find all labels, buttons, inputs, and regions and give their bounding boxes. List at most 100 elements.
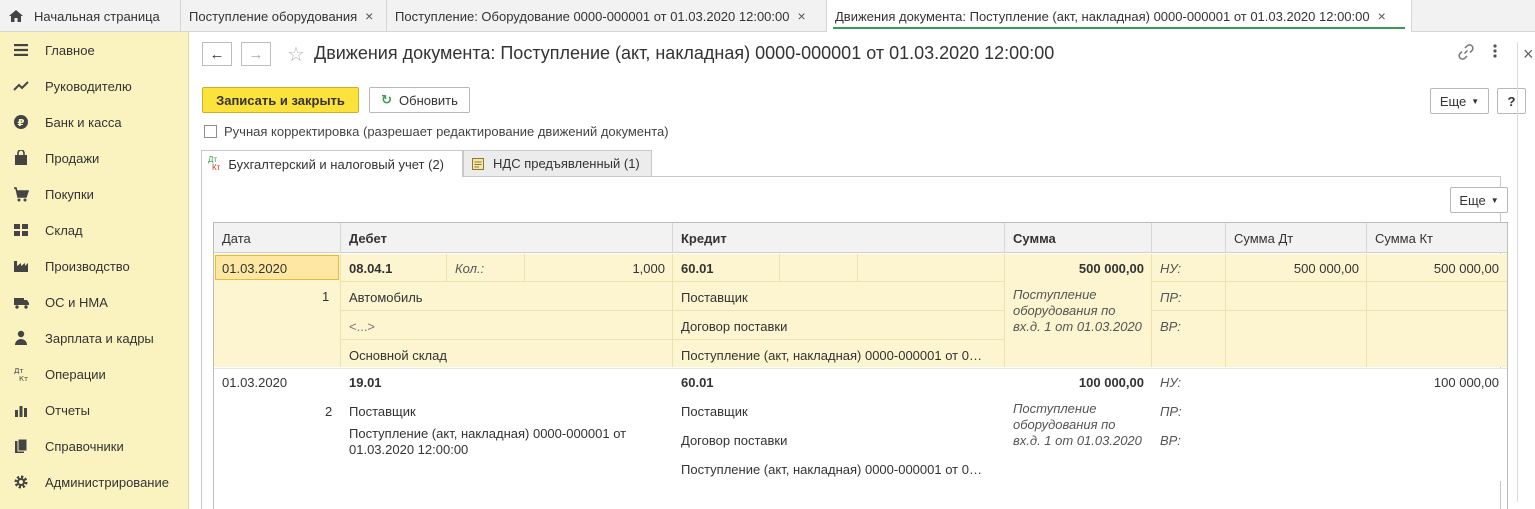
tab-label: НДС предъявленный (1): [493, 156, 640, 171]
sidebar-item-label: Отчеты: [45, 402, 90, 418]
sidebar-item-label: Операции: [45, 366, 106, 382]
close-icon[interactable]: ×: [797, 8, 805, 24]
sidebar-item-purchases[interactable]: Покупки: [0, 176, 188, 212]
tab-accounting[interactable]: Дт Кт Бухгалтерский и налоговый учет (2): [201, 150, 463, 177]
ruble-icon: ₽: [12, 114, 30, 130]
window-tabs: Начальная страница Поступление оборудова…: [0, 0, 1535, 32]
credit-subconto-3: Поступление (акт, накладная) 0000-000001…: [681, 348, 982, 363]
register-icon: [472, 157, 484, 170]
sidebar: Главное Руководителю ₽ Банк и касса Прод…: [0, 32, 189, 509]
row-number: 1: [322, 289, 330, 304]
grid-more-button[interactable]: Еще ▼: [1450, 187, 1508, 213]
help-button[interactable]: ?: [1497, 88, 1526, 114]
tab-document-movements[interactable]: Движения документа: Поступление (акт, на…: [827, 0, 1412, 32]
sidebar-item-reports[interactable]: Отчеты: [0, 392, 188, 428]
tab-label: Бухгалтерский и налоговый учет (2): [228, 156, 445, 172]
trend-icon: [12, 78, 30, 94]
home-icon: [9, 10, 23, 22]
link-icon[interactable]: [1458, 44, 1474, 65]
refresh-button[interactable]: ↻ Обновить: [369, 87, 470, 113]
debit-subconto-3: Основной склад: [349, 348, 447, 363]
svg-text:Дт: Дт: [14, 367, 24, 375]
nu-label: НУ:: [1160, 261, 1182, 276]
sidebar-item-catalogs[interactable]: Справочники: [0, 428, 188, 464]
credit-subconto-1: Поставщик: [681, 290, 748, 305]
sidebar-item-warehouse[interactable]: Склад: [0, 212, 188, 248]
forward-button[interactable]: →: [241, 42, 271, 66]
credit-account: 60.01: [681, 375, 714, 390]
sidebar-item-manager[interactable]: Руководителю: [0, 68, 188, 104]
sidebar-item-bank[interactable]: ₽ Банк и касса: [0, 104, 188, 140]
tab-label: Поступление: Оборудование 0000-000001 от…: [395, 8, 790, 24]
row-sum-kt: 500 000,00: [1433, 261, 1499, 276]
close-icon[interactable]: ×: [1378, 8, 1386, 24]
sidebar-item-operations[interactable]: Дт Кт Операции: [0, 356, 188, 392]
manual-edit-label: Ручная корректировка (разрешает редактир…: [224, 124, 669, 139]
row-content: Поступление оборудования по вх.д. 1 от 0…: [1013, 401, 1142, 448]
sidebar-item-label: Производство: [45, 258, 130, 274]
column-debit[interactable]: Дебет: [341, 223, 673, 253]
scrollbar-track[interactable]: [1517, 42, 1518, 502]
row-date: 01.03.2020: [222, 375, 288, 390]
sidebar-item-label: Покупки: [45, 186, 94, 202]
sidebar-item-label: Банк и касса: [45, 114, 122, 130]
column-sum-kt[interactable]: Сумма Кт: [1367, 223, 1507, 253]
table-row[interactable]: 01.03.2020 1 08.04.1 Кол.: 1,000 Автомоб…: [214, 254, 1507, 367]
more-button[interactable]: Еще ▼: [1430, 88, 1489, 114]
factory-icon: [12, 258, 30, 274]
manual-edit-row: Ручная корректировка (разрешает редактир…: [204, 124, 669, 139]
sidebar-item-admin[interactable]: Администрирование: [0, 464, 188, 500]
favorite-star-icon[interactable]: ☆: [287, 42, 305, 67]
main-content: ← → ☆ Движения документа: Поступление (а…: [190, 32, 1535, 509]
sidebar-item-label: Руководителю: [45, 78, 132, 94]
column-kind[interactable]: [1152, 223, 1226, 253]
movements-table[interactable]: Дата Дебет Кредит Сумма Сумма Дт Сумма К…: [213, 222, 1508, 509]
table-row[interactable]: 01.03.2020 2 19.01 Поставщик Поступление…: [214, 368, 1507, 481]
dropdown-arrow-icon: ▼: [1490, 195, 1499, 205]
pr-label: ПР:: [1160, 404, 1182, 419]
dt-kt-icon: Дт Кт: [208, 155, 221, 172]
credit-subconto-1: Поставщик: [681, 404, 748, 419]
bag-icon: [12, 150, 30, 166]
row-content: Поступление оборудования по вх.д. 1 от 0…: [1013, 287, 1142, 334]
row-number: 2: [325, 404, 333, 419]
sidebar-item-salary[interactable]: Зарплата и кадры: [0, 320, 188, 356]
people-icon: [12, 330, 30, 346]
vr-label: ВР:: [1160, 319, 1181, 334]
close-icon[interactable]: ×: [1523, 44, 1534, 65]
svg-text:₽: ₽: [18, 118, 25, 129]
column-sum[interactable]: Сумма: [1005, 223, 1152, 253]
sidebar-item-assets[interactable]: ОС и НМА: [0, 284, 188, 320]
row-sum: 100 000,00: [1078, 375, 1144, 390]
tab-home[interactable]: Начальная страница: [0, 0, 181, 32]
svg-text:Кт: Кт: [19, 375, 28, 382]
sidebar-item-sales[interactable]: Продажи: [0, 140, 188, 176]
debit-subconto-2: Поступление (акт, накладная) 0000-000001…: [349, 426, 627, 457]
column-credit[interactable]: Кредит: [673, 223, 1005, 253]
dropdown-arrow-icon: ▼: [1471, 96, 1480, 106]
save-close-button[interactable]: Записать и закрыть: [202, 87, 359, 113]
column-sum-dt[interactable]: Сумма Дт: [1226, 223, 1367, 253]
truck-icon: [12, 294, 30, 310]
sidebar-item-label: Главное: [45, 42, 95, 58]
tab-equipment-receipt[interactable]: Поступление оборудования ×: [181, 0, 387, 32]
quantity-label: Кол.:: [455, 261, 485, 276]
nu-label: НУ:: [1160, 375, 1182, 390]
close-icon[interactable]: ×: [365, 8, 373, 24]
debit-subconto-1: Автомобиль: [349, 290, 423, 305]
manual-edit-checkbox[interactable]: [204, 125, 217, 138]
grid-icon: [12, 222, 30, 238]
bar-chart-icon: [12, 402, 30, 418]
tab-equipment-document[interactable]: Поступление: Оборудование 0000-000001 от…: [387, 0, 827, 32]
row-sum: 500 000,00: [1078, 261, 1144, 276]
back-button[interactable]: ←: [202, 42, 232, 66]
debit-account: 08.04.1: [349, 261, 393, 276]
more-vertical-icon[interactable]: [1493, 44, 1497, 63]
pr-label: ПР:: [1160, 290, 1182, 305]
sidebar-item-production[interactable]: Производство: [0, 248, 188, 284]
tab-vat[interactable]: НДС предъявленный (1): [463, 150, 652, 176]
book-icon: [12, 438, 30, 454]
sidebar-item-main[interactable]: Главное: [0, 32, 188, 68]
tab-label: Движения документа: Поступление (акт, на…: [835, 8, 1370, 24]
column-date[interactable]: Дата: [214, 223, 341, 253]
